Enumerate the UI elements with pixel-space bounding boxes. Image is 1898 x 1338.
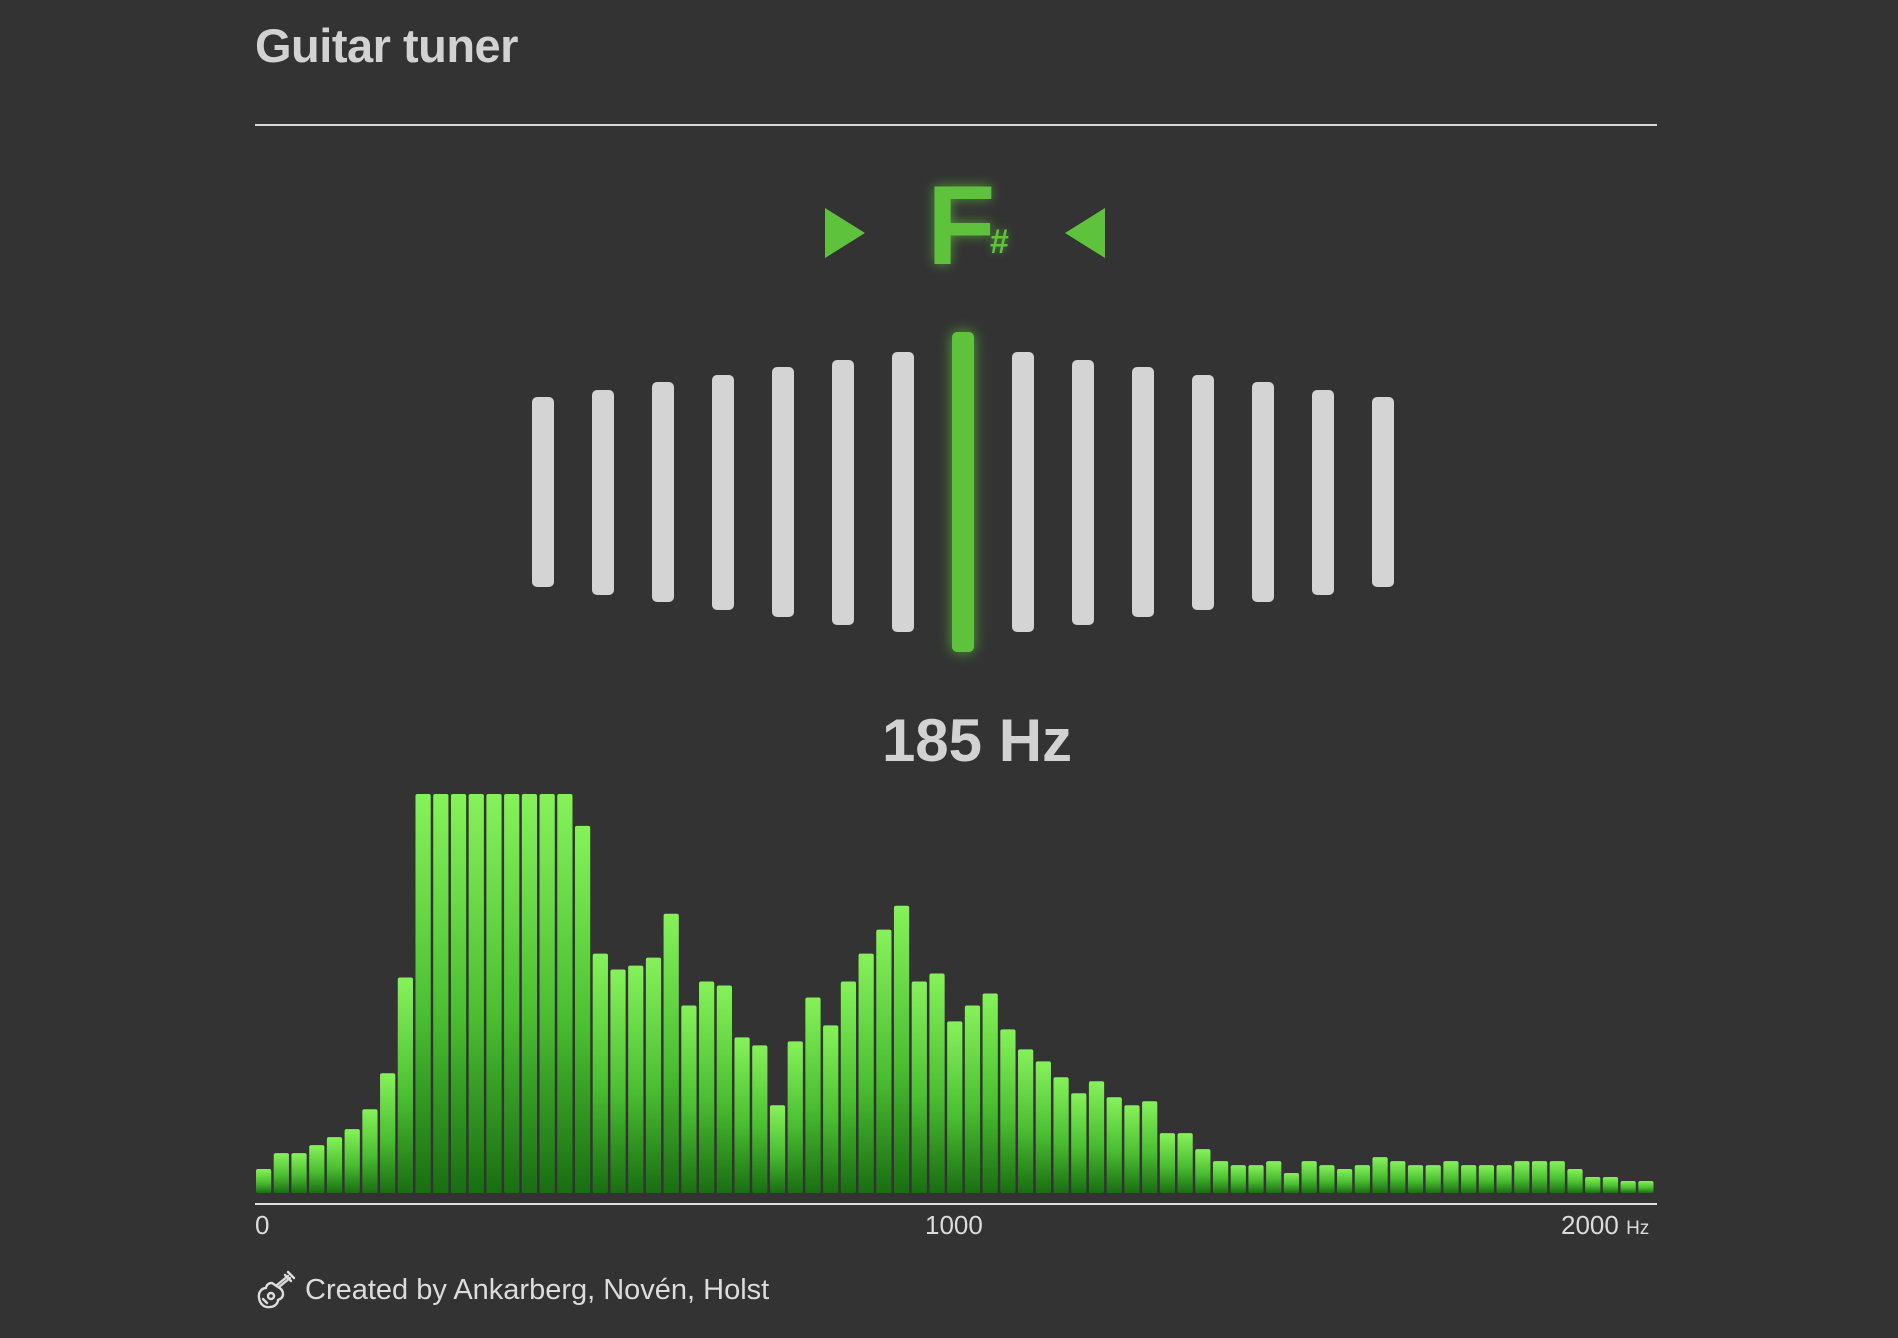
spectrum-bar xyxy=(1248,1165,1264,1193)
spectrum-bar xyxy=(1372,1157,1388,1193)
spectrum-bar xyxy=(1000,1029,1016,1193)
spectrum-bar xyxy=(893,905,910,1193)
spectrum-bar xyxy=(397,977,413,1193)
spectrum-bar xyxy=(1337,1169,1353,1193)
spectrum-bar xyxy=(344,1129,360,1193)
spectrum-bar xyxy=(1638,1181,1654,1193)
spectrum-bar xyxy=(592,953,608,1193)
spectrum-bar xyxy=(1159,1133,1176,1193)
spectrum-bar xyxy=(1407,1165,1424,1193)
spectrum-bar xyxy=(716,985,732,1193)
spectrum-bar xyxy=(1390,1161,1406,1193)
spectrum-bar xyxy=(1602,1177,1619,1193)
spectrum-bar xyxy=(929,973,945,1193)
spectrum-bar xyxy=(1035,1061,1051,1193)
spectrum-bar xyxy=(1053,1077,1069,1193)
axis-tick-2000-label: 2000 xyxy=(1561,1210,1619,1240)
spectrum-bar xyxy=(982,993,998,1193)
frequency-spectrum-chart xyxy=(255,794,1657,1205)
spectrum-bar xyxy=(380,1073,396,1193)
spectrum-bar xyxy=(1319,1165,1335,1193)
axis-unit: Hz xyxy=(1626,1218,1650,1239)
spectrum-bar xyxy=(947,1021,963,1193)
spectrum-bar xyxy=(699,981,715,1193)
spectrum-bar xyxy=(574,825,591,1193)
footer: Created by Ankarberg, Novén, Holst xyxy=(255,1268,769,1312)
spectrum-bar xyxy=(1620,1181,1636,1193)
spectrum-bar xyxy=(486,794,502,1193)
spectrum-bar xyxy=(1088,1081,1105,1193)
spectrum-bar xyxy=(309,1145,325,1193)
spectrum-bar xyxy=(876,929,892,1193)
spectrum-bar xyxy=(628,965,644,1193)
spectrum-bar xyxy=(1443,1161,1459,1193)
spectrum-bar xyxy=(362,1109,378,1193)
credit-text: Created by Ankarberg, Novén, Holst xyxy=(305,1273,770,1306)
spectrum-bar xyxy=(1496,1165,1512,1193)
axis-tick-0: 0 xyxy=(255,1210,270,1240)
spectrum-bar xyxy=(1425,1165,1441,1193)
spectrum-bar xyxy=(911,981,927,1193)
spectrum-bar xyxy=(1567,1169,1583,1193)
spectrum-bar xyxy=(734,1037,750,1193)
spectrum-bar xyxy=(1301,1161,1317,1193)
spectrum-bar xyxy=(1549,1161,1565,1193)
spectrum-bar xyxy=(681,1005,697,1193)
spectrum-bar xyxy=(1478,1165,1495,1193)
spectrum-bar xyxy=(1124,1105,1140,1193)
spectrum-bar xyxy=(468,794,484,1193)
spectrum-bar xyxy=(415,794,431,1193)
axis-tick-2000: 2000 Hz xyxy=(1561,1210,1649,1241)
spectrum-bar xyxy=(610,969,626,1193)
spectrum-bar xyxy=(1283,1173,1300,1193)
spectrum-bar xyxy=(1230,1165,1246,1193)
spectrum-bar xyxy=(858,953,874,1193)
spectrum-bar xyxy=(645,957,662,1193)
spectrum-bar xyxy=(521,794,538,1193)
spectrum-bar xyxy=(1106,1097,1122,1193)
spectrum-bar xyxy=(1018,1049,1034,1193)
spectrum-bar xyxy=(1531,1161,1548,1193)
spectrum-bar xyxy=(1585,1177,1601,1193)
spectrum-bar xyxy=(450,794,467,1193)
spectrum-bar xyxy=(1461,1165,1477,1193)
spectrum-bar xyxy=(273,1153,289,1193)
spectrum-bar xyxy=(1514,1161,1530,1193)
spectrum-bar xyxy=(1195,1149,1211,1193)
spectrum-bar xyxy=(1177,1133,1193,1193)
spectrum-bar xyxy=(1142,1101,1158,1193)
axis-tick-1000: 1000 xyxy=(925,1210,983,1240)
spectrum-bar xyxy=(964,1005,981,1193)
guitar-icon xyxy=(257,1270,296,1309)
spectrum-bar xyxy=(1212,1161,1229,1193)
spectrum-bar xyxy=(1266,1161,1282,1193)
spectrum-bar xyxy=(557,794,573,1193)
spectrum-bar xyxy=(752,1045,768,1193)
spectrum-bar xyxy=(291,1153,307,1193)
spectrum-bar xyxy=(823,1025,839,1193)
spectrum-bar xyxy=(504,794,520,1193)
spectrum-bar xyxy=(840,981,857,1193)
spectrum-bar xyxy=(1354,1165,1370,1193)
spectrum-bar xyxy=(769,1105,786,1193)
spectrum-bar xyxy=(1071,1093,1087,1193)
spectrum-bar xyxy=(256,1169,272,1193)
spectrum-bar xyxy=(787,1041,803,1193)
spectrum-bar xyxy=(433,794,449,1193)
spectrum-bar xyxy=(805,997,821,1193)
spectrum-bar xyxy=(326,1137,343,1193)
spectrum-bar xyxy=(539,794,555,1193)
spectrum-bar xyxy=(663,913,679,1193)
